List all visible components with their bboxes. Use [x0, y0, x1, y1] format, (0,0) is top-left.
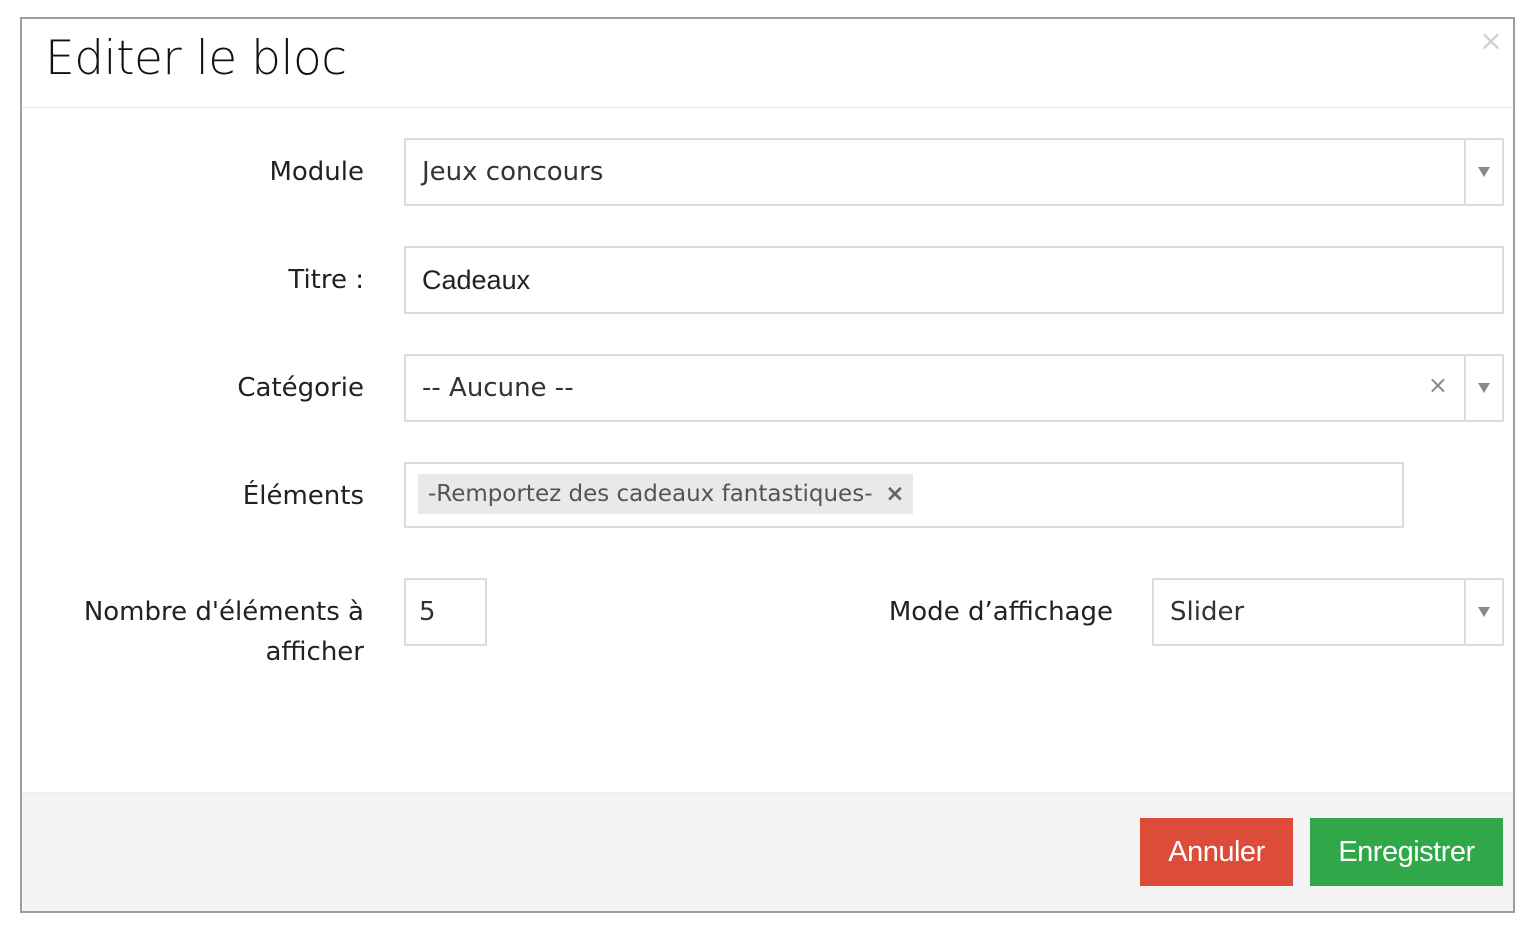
module-select-value: Jeux concours [422, 157, 604, 187]
module-label: Module [269, 157, 364, 187]
dialog-title: Editer le bloc [45, 31, 347, 86]
chevron-down-icon [1478, 607, 1490, 617]
display-mode-value: Slider [1170, 597, 1245, 627]
category-dropdown-toggle[interactable] [1464, 356, 1502, 420]
display-mode-select[interactable]: Slider [1152, 578, 1504, 646]
category-select-value: -- Aucune -- [422, 373, 574, 403]
cancel-button[interactable]: Annuler [1140, 818, 1293, 886]
chevron-down-icon [1478, 383, 1490, 393]
element-tag-label: -Remportez des cadeaux fantastiques- [428, 481, 873, 507]
title-label: Titre : [288, 265, 364, 295]
close-icon[interactable]: × [1477, 27, 1505, 55]
category-select[interactable]: -- Aucune -- × [404, 354, 1504, 422]
item-count-input[interactable]: 5 [404, 578, 487, 646]
dialog-header: Editer le bloc × [22, 19, 1513, 108]
elements-multiselect[interactable]: -Remportez des cadeaux fantastiques- × [404, 462, 1404, 528]
module-select[interactable]: Jeux concours [404, 138, 1504, 206]
clear-icon[interactable]: × [1428, 371, 1448, 399]
item-count-label-line2: afficher [265, 637, 364, 667]
chevron-down-icon [1478, 167, 1490, 177]
title-input[interactable]: Cadeaux [404, 246, 1504, 314]
save-button[interactable]: Enregistrer [1310, 818, 1503, 886]
display-mode-label: Mode d’affichage [888, 597, 1113, 627]
category-label: Catégorie [237, 373, 364, 403]
remove-tag-icon[interactable]: × [885, 474, 904, 514]
module-dropdown-toggle[interactable] [1464, 140, 1502, 204]
element-tag: -Remportez des cadeaux fantastiques- × [418, 474, 913, 514]
elements-label: Éléments [242, 481, 364, 511]
item-count-label-line1: Nombre d'éléments à [83, 597, 364, 627]
dialog-footer: Annuler Enregistrer [22, 792, 1513, 911]
item-count-label: Nombre d'éléments à afficher [42, 592, 364, 672]
title-input-value: Cadeaux [422, 265, 531, 295]
display-mode-dropdown-toggle[interactable] [1464, 580, 1502, 644]
item-count-value: 5 [419, 597, 436, 627]
edit-block-dialog: Editer le bloc × Module Jeux concours Ti… [20, 17, 1515, 913]
